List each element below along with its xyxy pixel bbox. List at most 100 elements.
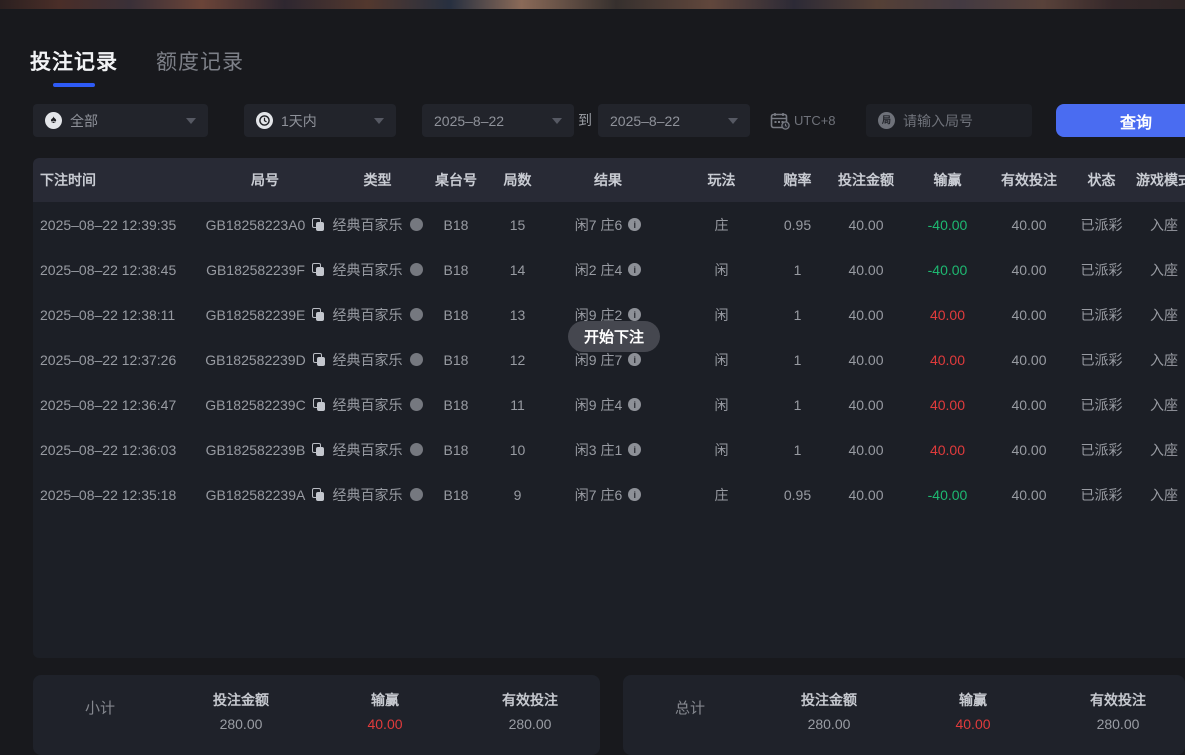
round-input-placeholder: 请输入局号 bbox=[903, 111, 973, 131]
game-type: 经典百家乐 bbox=[333, 350, 403, 370]
win-loss: 40.00 bbox=[912, 337, 983, 382]
result-cell: 闲3 庄1 i bbox=[548, 427, 668, 472]
win-loss: 40.00 bbox=[912, 427, 983, 472]
valid-bet: 40.00 bbox=[983, 382, 1075, 427]
round-id: GB182582239B bbox=[206, 442, 306, 458]
bet-time: 2025–08–22 12:36:47 bbox=[33, 382, 200, 427]
chevron-down-icon bbox=[374, 118, 384, 124]
game-type-cell: 经典百家乐 bbox=[330, 202, 425, 247]
copy-icon[interactable] bbox=[312, 488, 324, 501]
round-id: GB182582239C bbox=[205, 397, 305, 413]
play-type: 闲 bbox=[668, 427, 775, 472]
table-row: 2025–08–22 12:36:47 GB182582239C 经典百家乐 B… bbox=[33, 382, 1185, 427]
result-cell: 闲7 庄6 i bbox=[548, 202, 668, 247]
info-icon[interactable]: i bbox=[628, 263, 641, 276]
round-id-cell: GB182582239C bbox=[200, 382, 330, 427]
calendar-clock-icon bbox=[770, 112, 790, 130]
tab-quota-records[interactable]: 额度记录 bbox=[156, 46, 244, 87]
valid-bet: 40.00 bbox=[983, 247, 1075, 292]
column-header: 下注时间 bbox=[33, 158, 200, 202]
game-mode: 入座 bbox=[1128, 292, 1185, 337]
status-badge: 已派彩 bbox=[1075, 292, 1128, 337]
play-type: 闲 bbox=[668, 247, 775, 292]
result-value: 闲2 庄4 bbox=[575, 260, 622, 280]
valid-bet: 40.00 bbox=[983, 292, 1075, 337]
play-type: 闲 bbox=[668, 337, 775, 382]
game-number: 11 bbox=[487, 382, 548, 427]
info-icon[interactable]: i bbox=[628, 353, 641, 366]
date-from-value: 2025–8–22 bbox=[434, 113, 504, 129]
column-header: 有效投注 bbox=[983, 158, 1075, 202]
subtotal-bet: 投注金额 280.00 bbox=[213, 690, 269, 732]
bet-records-table: 下注时间 局号 类型 桌台号 局数 结果 玩法 赔率 投注金额 输赢 有效投注 … bbox=[33, 158, 1185, 658]
info-icon[interactable]: i bbox=[628, 398, 641, 411]
round-search-input[interactable]: 局 请输入局号 bbox=[866, 104, 1032, 137]
time-range-dropdown[interactable]: 1天内 bbox=[244, 104, 396, 137]
result-cell: 闲7 庄6 i bbox=[548, 472, 668, 517]
table-body: 2025–08–22 12:39:35 GB18258223A0 经典百家乐 B… bbox=[33, 202, 1185, 517]
table-row: 2025–08–22 12:38:45 GB182582239F 经典百家乐 B… bbox=[33, 247, 1185, 292]
bet-amount: 40.00 bbox=[820, 247, 912, 292]
copy-icon[interactable] bbox=[312, 308, 324, 321]
game-type-badge-icon bbox=[410, 353, 423, 366]
status-badge: 已派彩 bbox=[1075, 337, 1128, 382]
round-circle-icon: 局 bbox=[878, 112, 895, 129]
win-loss: -40.00 bbox=[912, 247, 983, 292]
status-badge: 已派彩 bbox=[1075, 472, 1128, 517]
table-number: B18 bbox=[425, 292, 487, 337]
bet-time: 2025–08–22 12:38:11 bbox=[33, 292, 200, 337]
copy-icon[interactable] bbox=[312, 443, 324, 456]
date-to-dropdown[interactable]: 2025–8–22 bbox=[598, 104, 750, 137]
game-type: 经典百家乐 bbox=[333, 260, 403, 280]
info-icon[interactable]: i bbox=[628, 443, 641, 456]
result-value: 闲7 庄6 bbox=[575, 215, 622, 235]
copy-icon[interactable] bbox=[312, 218, 324, 231]
game-type-cell: 经典百家乐 bbox=[330, 472, 425, 517]
game-type-badge-icon bbox=[410, 488, 423, 501]
copy-icon[interactable] bbox=[312, 263, 324, 276]
subtotal-winloss: 输赢 40.00 bbox=[367, 690, 402, 732]
spade-icon: ♠ bbox=[45, 112, 62, 129]
odds: 1 bbox=[775, 427, 820, 472]
clock-icon bbox=[256, 112, 273, 129]
info-icon[interactable]: i bbox=[628, 308, 641, 321]
status-badge: 已派彩 bbox=[1075, 247, 1128, 292]
tab-bet-records[interactable]: 投注记录 bbox=[30, 46, 118, 87]
win-loss: 40.00 bbox=[912, 382, 983, 427]
column-header: 输赢 bbox=[912, 158, 983, 202]
table-number: B18 bbox=[425, 472, 487, 517]
result-value: 闲7 庄6 bbox=[575, 485, 622, 505]
column-header: 状态 bbox=[1075, 158, 1128, 202]
copy-icon[interactable] bbox=[313, 398, 325, 411]
date-from-dropdown[interactable]: 2025–8–22 bbox=[422, 104, 574, 137]
date-to-value: 2025–8–22 bbox=[610, 113, 680, 129]
info-icon[interactable]: i bbox=[628, 488, 641, 501]
round-id-cell: GB182582239F bbox=[200, 247, 330, 292]
chevron-down-icon bbox=[728, 118, 738, 124]
win-loss: -40.00 bbox=[912, 472, 983, 517]
total-label: 总计 bbox=[675, 697, 705, 718]
game-number: 14 bbox=[487, 247, 548, 292]
valid-bet: 40.00 bbox=[983, 337, 1075, 382]
bet-amount: 40.00 bbox=[820, 337, 912, 382]
play-type: 庄 bbox=[668, 472, 775, 517]
column-header: 局号 bbox=[200, 158, 330, 202]
round-id: GB182582239D bbox=[205, 352, 305, 368]
play-type: 闲 bbox=[668, 292, 775, 337]
copy-icon[interactable] bbox=[313, 353, 325, 366]
result-value: 闲9 庄4 bbox=[575, 395, 622, 415]
odds: 1 bbox=[775, 247, 820, 292]
info-icon[interactable]: i bbox=[628, 218, 641, 231]
odds: 1 bbox=[775, 337, 820, 382]
subtotal-panel: 小计 投注金额 280.00 输赢 40.00 有效投注 280.00 bbox=[33, 675, 600, 755]
table-row: 2025–08–22 12:35:18 GB182582239A 经典百家乐 B… bbox=[33, 472, 1185, 517]
status-badge: 已派彩 bbox=[1075, 382, 1128, 427]
bet-time: 2025–08–22 12:38:45 bbox=[33, 247, 200, 292]
game-type-badge-icon bbox=[410, 263, 423, 276]
bet-amount: 40.00 bbox=[820, 292, 912, 337]
bet-amount: 40.00 bbox=[820, 202, 912, 247]
column-header: 桌台号 bbox=[425, 158, 487, 202]
game-type-dropdown[interactable]: ♠ 全部 bbox=[33, 104, 208, 137]
game-type-value: 全部 bbox=[70, 111, 98, 131]
query-button[interactable]: 查询 bbox=[1056, 104, 1185, 137]
